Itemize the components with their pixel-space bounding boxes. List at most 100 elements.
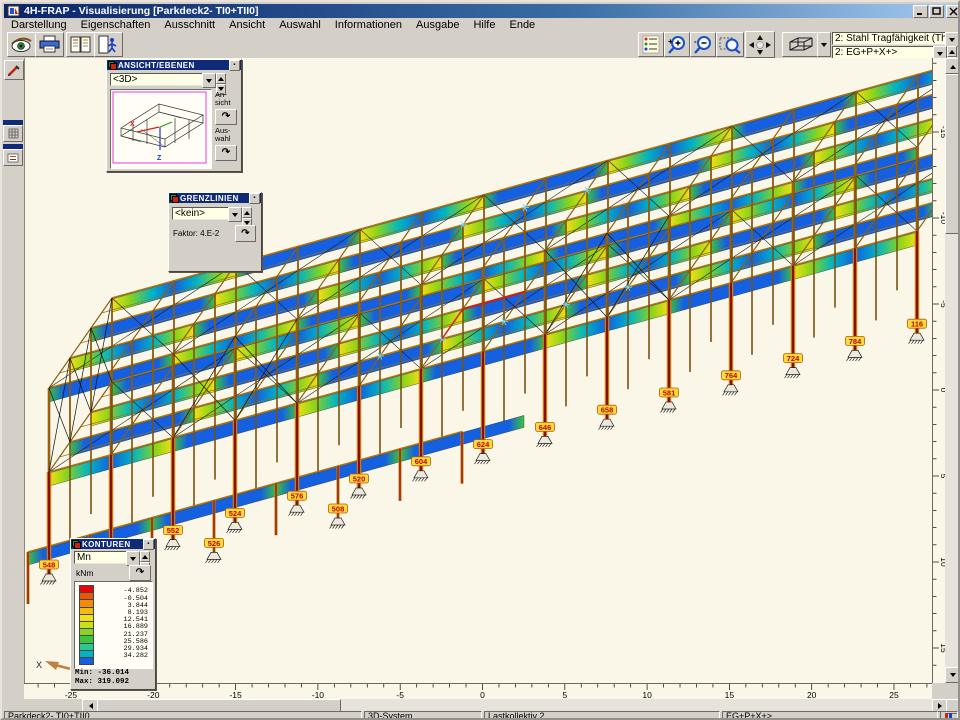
svg-text:764: 764 (725, 371, 738, 380)
grenzlinien-combo[interactable]: <kein> (172, 207, 230, 220)
panel-konturen-titlebar[interactable]: KONTUREN ▪ (71, 539, 155, 549)
scroll-down-button[interactable] (945, 667, 960, 683)
menu-ende[interactable]: Ende (502, 19, 542, 31)
node-label: 658 (598, 405, 617, 414)
result-combo[interactable]: 2: Stahl Tragfähigkeit (Th. 2. O (832, 32, 948, 45)
zoom-in-button[interactable]: + (664, 32, 690, 57)
zoom-out-button[interactable]: - (690, 32, 716, 57)
grenzlinien-apply-button[interactable]: ↷ (235, 225, 256, 242)
print-button[interactable] (35, 32, 64, 57)
application-window: 4H-FRAP - Visualisierung [Parkdeck2- TI0… (0, 0, 960, 720)
apply-icon: ↷ (222, 112, 230, 122)
up-arrow-icon (950, 62, 956, 69)
status-project: Parkdeck2- TI0+TII0 (4, 711, 362, 720)
exit-door-icon (97, 35, 120, 54)
menu-bar: DarstellungEigenschaftenAusschnittAnsich… (4, 18, 958, 31)
zoom-window-button[interactable] (716, 32, 744, 57)
pages-button[interactable] (66, 32, 95, 57)
status-flag-icon (945, 712, 953, 720)
chevron-down-icon (949, 38, 955, 45)
node-label: 508 (329, 504, 348, 513)
svg-text:552: 552 (167, 526, 180, 535)
menu-ansicht[interactable]: Ansicht (222, 19, 272, 31)
right-arrow-icon (938, 703, 945, 709)
max-value: Max: 319.092 (75, 678, 129, 687)
panel-collapse-button[interactable]: ▪ (229, 60, 240, 71)
panel-grenzlinien: GRENZLINIEN ▪ <kein> Faktor: 4.E-2 ↷ (168, 192, 262, 272)
zoom-window-icon (719, 35, 741, 54)
close-icon (949, 7, 958, 16)
loadcase-combo[interactable]: 2: EG+P+X+> (832, 46, 936, 59)
zoom-out-icon: - (693, 35, 713, 54)
unit-apply-button[interactable]: ↷ (129, 565, 151, 581)
maximize-button[interactable] (929, 5, 944, 18)
node-label: 576 (288, 491, 307, 500)
unit-label: kNm (76, 568, 93, 578)
panel-title: GRENZLINIEN (178, 194, 249, 203)
pan-arrows-icon (748, 34, 772, 56)
panel-konturen: KONTUREN ▪ Mn kNm ↷ -4.852-0.5043.8448.1… (70, 538, 156, 690)
up-arrow-icon (218, 74, 224, 81)
menu-informationen[interactable]: Informationen (328, 19, 409, 31)
contour-combo-dropdown[interactable] (126, 551, 140, 566)
chevron-down-icon (206, 79, 212, 86)
ansicht-apply-button[interactable]: ↷ (215, 109, 237, 125)
grenzlinien-combo-dropdown[interactable] (228, 207, 242, 222)
properties-button[interactable] (638, 32, 664, 57)
menu-darstellung[interactable]: Darstellung (4, 19, 74, 31)
view-combo-dropdown[interactable] (202, 73, 216, 88)
legend-swatch (79, 657, 94, 665)
minimized-panel-grid[interactable] (3, 120, 23, 142)
node-label: 526 (205, 538, 224, 547)
panel-collapse-button[interactable]: ▪ (143, 539, 154, 550)
auswahl-apply-button[interactable]: ↷ (215, 145, 237, 161)
panel-icon (72, 540, 80, 548)
projection-button[interactable] (782, 32, 818, 57)
panel-title: KONTUREN (80, 540, 143, 549)
svg-text:646: 646 (539, 423, 552, 432)
contour-spinner-up[interactable] (140, 551, 150, 562)
menu-eigenschaften[interactable]: Eigenschaften (74, 19, 158, 31)
contour-combo[interactable]: Mn (74, 551, 128, 564)
title-bar[interactable]: 4H-FRAP - Visualisierung [Parkdeck2- TI0… (4, 4, 958, 18)
chevron-down-icon (821, 43, 827, 50)
vertical-scroll-thumb[interactable] (945, 74, 960, 234)
view-thumbnail[interactable]: XZ (110, 89, 212, 169)
svg-text:116: 116 (911, 320, 923, 329)
panel-ansicht-titlebar[interactable]: ANSICHT/EBENEN ▪ (107, 60, 241, 70)
view-settings-button[interactable] (7, 32, 36, 57)
status-system: 3D-System (364, 711, 482, 720)
eye-icon (10, 35, 33, 54)
view-spinner-up[interactable] (216, 73, 226, 84)
pan-control[interactable] (745, 31, 775, 58)
node-label: 624 (474, 440, 493, 449)
maximize-icon (932, 7, 941, 16)
menu-ausgabe[interactable]: Ausgabe (409, 19, 466, 31)
grenzlinien-spinner-up[interactable] (242, 207, 252, 218)
minimized-panel-values[interactable] (3, 144, 23, 166)
loadcase-spinner-up[interactable] (947, 46, 957, 57)
chevron-down-icon (232, 213, 238, 220)
projection-dropdown-button[interactable] (817, 32, 831, 57)
exit-button[interactable] (94, 32, 123, 57)
close-button[interactable] (946, 5, 960, 18)
node-label: 524 (226, 508, 245, 517)
values-list-icon (7, 153, 19, 163)
up-arrow-icon (949, 47, 955, 54)
panel-title: ANSICHT/EBENEN (116, 61, 229, 70)
panel-collapse-button[interactable]: ▪ (249, 193, 260, 204)
left-sidebar (2, 58, 24, 683)
menu-hilfe[interactable]: Hilfe (466, 19, 502, 31)
scroll-up-button[interactable] (945, 58, 960, 74)
node-label: 784 (846, 336, 865, 345)
panel-grenzlinien-titlebar[interactable]: GRENZLINIEN ▪ (169, 193, 261, 203)
svg-text:548: 548 (43, 560, 56, 569)
menu-ausschnitt[interactable]: Ausschnitt (157, 19, 222, 31)
vertical-scrollbar[interactable] (945, 58, 960, 683)
view-combo[interactable]: <3D> (110, 73, 204, 86)
edit-mode-button[interactable] (4, 60, 24, 80)
contour-legend: -4.852-0.5043.8448.19312.54116.88921.237… (74, 581, 153, 669)
ansicht-label: An-sicht (215, 91, 230, 107)
menu-auswahl[interactable]: Auswahl (272, 19, 328, 31)
minimize-button[interactable] (913, 5, 928, 18)
